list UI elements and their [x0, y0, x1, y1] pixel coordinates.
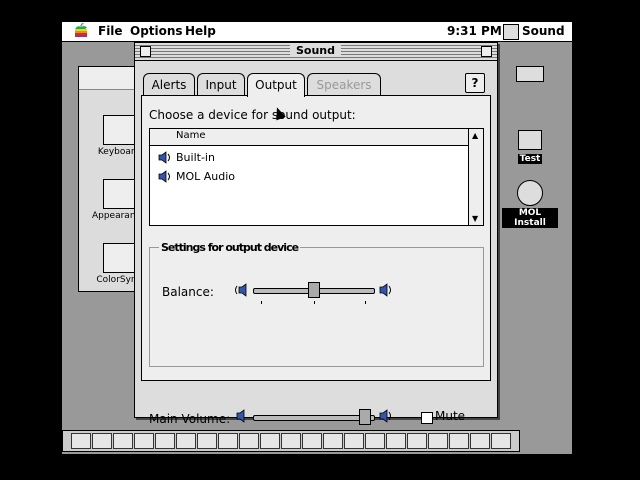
list-scrollbar[interactable]: ▲ ▼ [468, 129, 483, 225]
menu-bar: File Options Help 9:31 PM Sound [62, 22, 572, 42]
device-name: Built-in [176, 151, 215, 164]
help-button[interactable]: ? [465, 73, 485, 93]
volume-high-icon [379, 409, 391, 423]
control-strip-module[interactable] [71, 433, 91, 449]
control-strip-module[interactable] [92, 433, 112, 449]
sound-window[interactable]: Sound Alerts Input Output Speakers ? Cho… [134, 42, 498, 426]
control-strip-module[interactable] [281, 433, 301, 449]
list-item[interactable]: Built-in [158, 149, 458, 167]
control-strip-module[interactable] [302, 433, 322, 449]
desktop: File Options Help 9:31 PM Sound Keyboard… [62, 22, 572, 454]
output-settings-group [149, 247, 484, 367]
volume-low-icon [236, 409, 245, 423]
list-header[interactable]: Name [150, 129, 468, 146]
speaker-icon [158, 170, 170, 183]
main-volume-slider[interactable] [253, 415, 375, 421]
main-volume-slider-thumb[interactable] [358, 409, 371, 425]
speaker-icon [158, 151, 170, 164]
control-strip-module[interactable] [239, 433, 259, 449]
desktop-mol-install-icon[interactable]: MOL Install [502, 180, 558, 228]
tab-speakers: Speakers [307, 73, 381, 96]
window-title: Sound [290, 44, 342, 57]
balance-tick [261, 301, 262, 304]
control-strip-module[interactable] [134, 433, 154, 449]
balance-label: Balance: [162, 285, 214, 299]
colorsync-icon [103, 243, 135, 273]
desktop-icon-label: Test [517, 154, 543, 164]
desktop-icon-label: MOL Install [502, 208, 558, 228]
control-strip-module[interactable] [449, 433, 469, 449]
menu-help[interactable]: Help [185, 24, 216, 38]
control-strip-module[interactable] [218, 433, 238, 449]
control-strip-module[interactable] [470, 433, 490, 449]
tab-output[interactable]: Output [247, 73, 305, 97]
scroll-down-arrow-icon[interactable]: ▼ [472, 214, 478, 223]
control-strip-module[interactable] [197, 433, 217, 449]
mute-checkbox[interactable] [421, 412, 433, 424]
zoom-box[interactable] [481, 46, 492, 57]
control-strip-module[interactable] [428, 433, 448, 449]
choose-device-label: Choose a device for sound output: [149, 108, 356, 122]
menu-file[interactable]: File [98, 24, 123, 38]
output-device-list[interactable]: Name Built-in MOL Audio ▲ ▼ [149, 128, 484, 226]
cd-icon [517, 180, 543, 206]
left-speaker-icon [235, 283, 247, 297]
desktop-disk-icon[interactable] [510, 66, 550, 82]
menu-options[interactable]: Options [130, 24, 183, 38]
control-strip-module[interactable] [113, 433, 133, 449]
title-bar[interactable]: Sound [135, 43, 497, 61]
application-menu-icon[interactable] [503, 24, 519, 40]
control-strip-module[interactable] [386, 433, 406, 449]
control-strip-module[interactable] [491, 433, 511, 449]
desktop-test-icon[interactable]: Test [510, 130, 550, 164]
keyboard-icon [103, 115, 135, 145]
scroll-up-arrow-icon[interactable]: ▲ [472, 131, 478, 140]
control-strip[interactable] [62, 430, 520, 452]
control-strip-module[interactable] [344, 433, 364, 449]
control-strip-module[interactable] [176, 433, 196, 449]
control-strip-module[interactable] [407, 433, 427, 449]
apple-menu-icon[interactable] [74, 23, 88, 39]
main-volume-label: Main Volume: [149, 412, 231, 426]
list-header-name: Name [176, 130, 206, 141]
control-strip-module[interactable] [260, 433, 280, 449]
settings-group-label: Settings for output device [159, 241, 301, 254]
appearance-icon [103, 179, 135, 209]
device-name: MOL Audio [176, 170, 236, 183]
close-box[interactable] [140, 46, 151, 57]
right-speaker-icon [379, 283, 391, 297]
menu-clock[interactable]: 9:31 PM [447, 24, 502, 38]
control-strip-module[interactable] [155, 433, 175, 449]
disk-icon [518, 130, 542, 150]
mute-label: Mute [435, 409, 466, 423]
list-item[interactable]: MOL Audio [158, 168, 458, 186]
control-strip-module[interactable] [323, 433, 343, 449]
application-menu-name[interactable]: Sound [522, 24, 565, 38]
balance-slider-thumb[interactable] [308, 282, 320, 298]
balance-tick [314, 301, 315, 304]
balance-tick [365, 301, 366, 304]
control-strip-module[interactable] [365, 433, 385, 449]
tab-input[interactable]: Input [197, 73, 245, 96]
hard-disk-icon [516, 66, 544, 82]
tab-alerts[interactable]: Alerts [143, 73, 195, 96]
